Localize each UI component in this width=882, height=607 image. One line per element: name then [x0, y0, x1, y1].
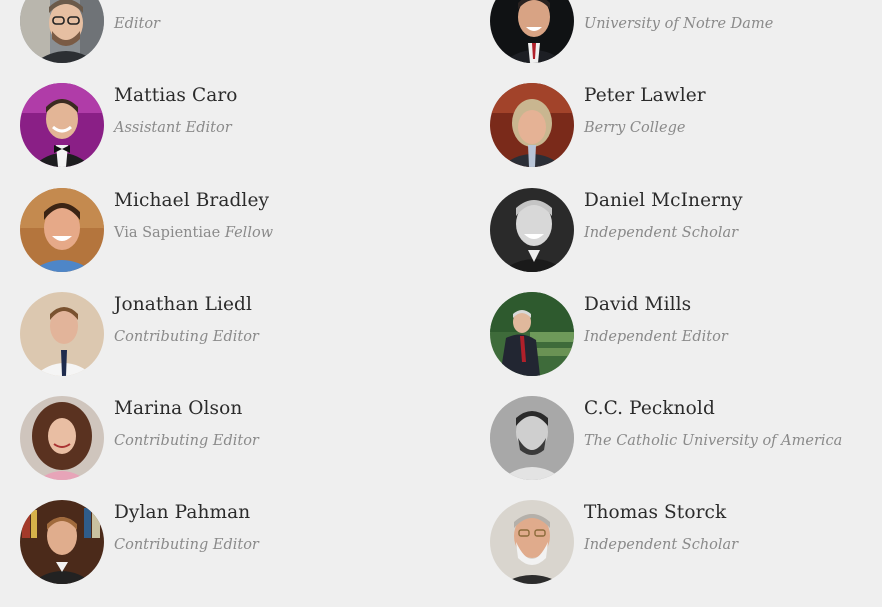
- bookshelf-man-photo: [20, 500, 104, 584]
- person-name[interactable]: Michael Bradley: [114, 190, 269, 211]
- role-italic: Contributing Editor: [114, 329, 259, 345]
- person-name[interactable]: Daniel McInerny: [584, 190, 743, 211]
- tie-man-photo: [20, 292, 104, 376]
- bowtie-man-photo: [20, 83, 104, 167]
- person-role: Independent Scholar: [584, 225, 738, 241]
- role-plain: Via Sapientiae: [114, 225, 221, 241]
- person-name[interactable]: Peter Lawler: [584, 85, 706, 106]
- person-name[interactable]: C.C. Pecknold: [584, 398, 715, 419]
- bw-bearded-man-photo: [490, 396, 574, 480]
- person-role: Berry College: [584, 120, 685, 136]
- role-italic: The Catholic University of America: [584, 433, 843, 449]
- avatar-peter-lawler[interactable]: [490, 83, 574, 167]
- avatar-michael-bradley[interactable]: [20, 188, 104, 272]
- avatar-dylan-pahman[interactable]: [20, 500, 104, 584]
- role-italic: University of Notre Dame: [584, 16, 774, 32]
- person-name[interactable]: David Mills: [584, 294, 691, 315]
- role-italic: Assistant Editor: [114, 120, 232, 136]
- garden-man-photo: [490, 292, 574, 376]
- role-italic: Contributing Editor: [114, 433, 259, 449]
- avatar-mattias-caro[interactable]: [20, 83, 104, 167]
- role-italic: Contributing Editor: [114, 537, 259, 553]
- person-name[interactable]: Jonathan Liedl: [114, 294, 252, 315]
- contributors-page: Editor Mattias Caro Assistant Editor Mic…: [0, 0, 882, 607]
- person-name[interactable]: Dylan Pahman: [114, 502, 250, 523]
- person-role: Independent Scholar: [584, 537, 738, 553]
- role-italic: Editor: [114, 16, 160, 32]
- white-beard-man-photo: [490, 500, 574, 584]
- person-name[interactable]: Marina Olson: [114, 398, 242, 419]
- person-role: University of Notre Dame: [584, 16, 773, 32]
- person-role: Contributing Editor: [114, 537, 259, 553]
- role-italic: Independent Scholar: [584, 537, 739, 553]
- role-italic: Independent Editor: [584, 329, 728, 345]
- role-italic: Berry College: [584, 120, 686, 136]
- person-role: Independent Editor: [584, 329, 728, 345]
- curly-hair-woman-photo: [20, 396, 104, 480]
- suit-man-photo: [490, 0, 574, 63]
- avatar-glasses-man[interactable]: [20, 0, 104, 63]
- person-name[interactable]: Thomas Storck: [584, 502, 726, 523]
- person-role: Editor: [114, 16, 160, 32]
- avatar-david-mills[interactable]: [490, 292, 574, 376]
- smiling-man-photo: [20, 188, 104, 272]
- gray-hair-man-photo: [490, 83, 574, 167]
- role-italic: Fellow: [224, 225, 274, 241]
- person-role: Contributing Editor: [114, 329, 259, 345]
- avatar-cc-pecknold[interactable]: [490, 396, 574, 480]
- avatar-suit-man[interactable]: [490, 0, 574, 63]
- person-role: Assistant Editor: [114, 120, 232, 136]
- avatar-thomas-storck[interactable]: [490, 500, 574, 584]
- role-italic: Independent Scholar: [584, 225, 739, 241]
- glasses-man-photo: [20, 0, 104, 63]
- person-role: Via Sapientiae Fellow: [114, 225, 273, 241]
- avatar-jonathan-liedl[interactable]: [20, 292, 104, 376]
- bw-smiling-man-photo: [490, 188, 574, 272]
- avatar-marina-olson[interactable]: [20, 396, 104, 480]
- person-role: Contributing Editor: [114, 433, 259, 449]
- avatar-daniel-mcinerny[interactable]: [490, 188, 574, 272]
- person-role: The Catholic University of America: [584, 433, 842, 449]
- person-name[interactable]: Mattias Caro: [114, 85, 238, 106]
